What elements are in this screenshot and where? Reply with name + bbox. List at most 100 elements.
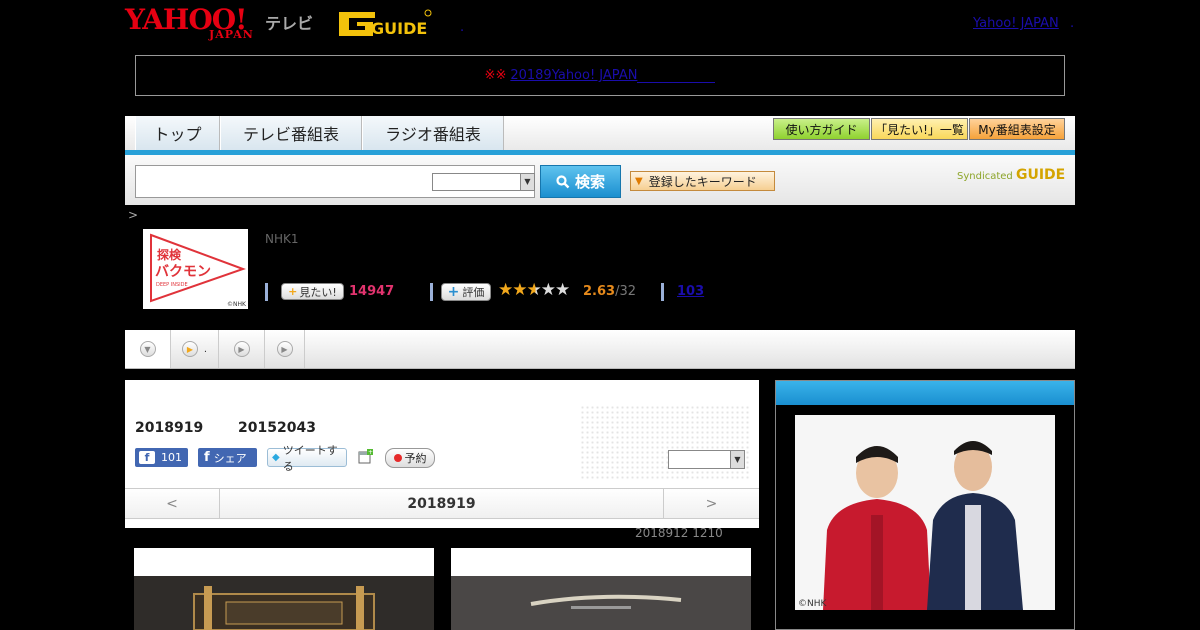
search-button[interactable]: 検索	[540, 165, 621, 198]
twitter-bird-icon: ◆	[272, 452, 280, 463]
episode-thumbnail-1[interactable]	[134, 548, 434, 630]
rating-score: 2.63	[583, 284, 616, 299]
channel-name: NHK1	[265, 232, 299, 246]
registered-keyword-button[interactable]: ▼ 登録したキーワード	[630, 171, 775, 191]
mitai-list-button[interactable]: 「見たい!」一覧	[871, 118, 968, 140]
divider	[661, 283, 664, 301]
triangle-down-icon: ▼	[635, 175, 643, 187]
tab-top[interactable]: トップ	[135, 116, 220, 150]
previous-date-button[interactable]: <	[125, 489, 220, 518]
facebook-icon: f	[204, 450, 210, 465]
mitai-count: 14947	[349, 284, 395, 299]
tab-tv-listings[interactable]: テレビ番組表	[220, 116, 362, 150]
mitai-button[interactable]: + 見たい!	[281, 283, 344, 300]
plus-icon: +	[288, 285, 298, 298]
program-logo-line2: バクモン	[155, 264, 211, 280]
notice-link-underline	[637, 69, 716, 83]
subnav-tab-4[interactable]: ▶	[265, 330, 305, 368]
tweet-label: ツイートする	[282, 443, 338, 473]
play-icon: ▶	[276, 341, 293, 357]
registered-keyword-label: 登録したキーワード	[648, 174, 757, 189]
my-listings-button[interactable]: My番組表設定	[969, 118, 1065, 140]
reserve-label: 予約	[404, 452, 427, 465]
subnav-tab-3[interactable]: ▶	[219, 330, 265, 368]
star-icon: ★	[512, 280, 527, 300]
notice-link[interactable]: 20189Yahoo! JAPAN	[510, 68, 637, 83]
search-bar: ▼ 検索 ▼ 登録したキーワード Syndicated GUIDE	[125, 155, 1075, 205]
episode-panel: 2018919 20152043 f 101 f シェア ◆ ツイートする + …	[125, 380, 759, 528]
subnav-tab-1[interactable]: ▼	[125, 330, 171, 368]
search-icon	[556, 174, 570, 188]
syndicated-brand: GUIDE	[1015, 167, 1066, 183]
divider	[430, 283, 433, 301]
star-icon: ★	[498, 280, 513, 300]
main-nav: トップ テレビ番組表 ラジオ番組表 使い方ガイド 「見たい!」一覧 My番組表設…	[125, 116, 1075, 152]
svg-text:+: +	[368, 449, 373, 456]
review-count-link[interactable]: 103	[677, 284, 704, 299]
site-header: YAHOO! JAPAN テレビ GUIDE . Yahoo! JAPAN .	[125, 6, 1075, 44]
sidebar-header	[776, 381, 1074, 405]
facebook-share-label: シェア	[213, 451, 247, 465]
page: YAHOO! JAPAN テレビ GUIDE . Yahoo! JAPAN . …	[0, 0, 1200, 630]
chevron-down-icon: ▼	[139, 341, 156, 357]
search-button-label: 検索	[574, 173, 605, 191]
date-navigation: < 2018919 >	[125, 488, 759, 519]
header-dot: .	[460, 20, 465, 35]
search-category-select[interactable]: ▼	[432, 173, 535, 191]
cast-photo-copyright: ©NHK	[798, 599, 828, 609]
thumbnail-image	[134, 576, 434, 630]
record-dot-icon	[393, 454, 402, 462]
subnav-tab-2-label: .	[203, 343, 208, 355]
current-date: 2018919	[407, 495, 476, 512]
tv-label[interactable]: テレビ	[265, 10, 313, 34]
svg-text:GUIDE: GUIDE	[371, 19, 427, 38]
yahoo-japan-link[interactable]: Yahoo! JAPAN	[973, 16, 1059, 31]
divider	[265, 283, 268, 301]
thumbnail-artwork	[134, 576, 434, 630]
rating-count: /32	[615, 284, 636, 299]
program-logo-image: 探検 バクモン DEEP INSIDE ©NHK	[143, 229, 248, 309]
episode-select[interactable]: ▼	[668, 450, 745, 469]
notice-mark: ※※	[484, 68, 507, 83]
mitai-label: 見たい!	[299, 285, 337, 299]
rate-button[interactable]: + 評価	[441, 283, 491, 301]
syndicated-logo: Syndicated GUIDE	[957, 167, 1065, 183]
facebook-like-count: 101	[161, 451, 182, 464]
facebook-share-button[interactable]: f シェア	[198, 448, 257, 467]
reserve-button[interactable]: 予約	[385, 448, 435, 468]
thumbnail-artwork	[451, 576, 751, 630]
cast-photo: ©NHK	[795, 415, 1055, 610]
star-icon: ★	[555, 280, 570, 300]
episode-date: 2018919	[135, 420, 204, 436]
episode-thumbnail-2[interactable]	[451, 548, 751, 630]
rating-value: 2.63/32	[583, 284, 636, 299]
gguide-logo[interactable]: GUIDE	[335, 8, 433, 40]
update-note: 2018912 1210	[635, 526, 723, 540]
program-logo-copyright: ©NHK	[227, 301, 247, 308]
star-half-icon: ★	[526, 280, 542, 300]
chevron-down-icon: ▼	[730, 451, 744, 468]
program-logo-line1: 探検	[157, 247, 182, 262]
star-icon: ★	[540, 280, 556, 300]
sidebar: ©NHK	[775, 380, 1075, 630]
breadcrumb[interactable]: >	[128, 208, 138, 222]
play-icon: ▶	[233, 341, 250, 357]
subnav-tab-2[interactable]: ▶ .	[171, 330, 219, 368]
chevron-down-icon: ▼	[520, 174, 534, 190]
guide-button[interactable]: 使い方ガイド	[773, 118, 870, 140]
thumbnail-image	[451, 576, 751, 630]
next-date-button[interactable]: >	[663, 489, 759, 518]
episode-time: 20152043	[238, 420, 316, 436]
tweet-button[interactable]: ◆ ツイートする	[267, 444, 347, 473]
sub-nav: ▼ ▶ . ▶ ▶	[125, 330, 1075, 369]
notice-box: ※※ 20189Yahoo! JAPAN	[135, 55, 1065, 96]
program-logo-line3: DEEP INSIDE	[156, 282, 188, 288]
rate-label: 評価	[462, 286, 485, 299]
plus-icon: +	[447, 284, 460, 300]
tab-radio-listings[interactable]: ラジオ番組表	[362, 116, 504, 150]
facebook-icon: f	[139, 451, 155, 464]
calendar-add-icon[interactable]: +	[358, 448, 374, 465]
play-icon: ▶	[181, 341, 198, 357]
facebook-like-button[interactable]: f 101	[135, 448, 188, 467]
header-dot: .	[1070, 16, 1075, 31]
